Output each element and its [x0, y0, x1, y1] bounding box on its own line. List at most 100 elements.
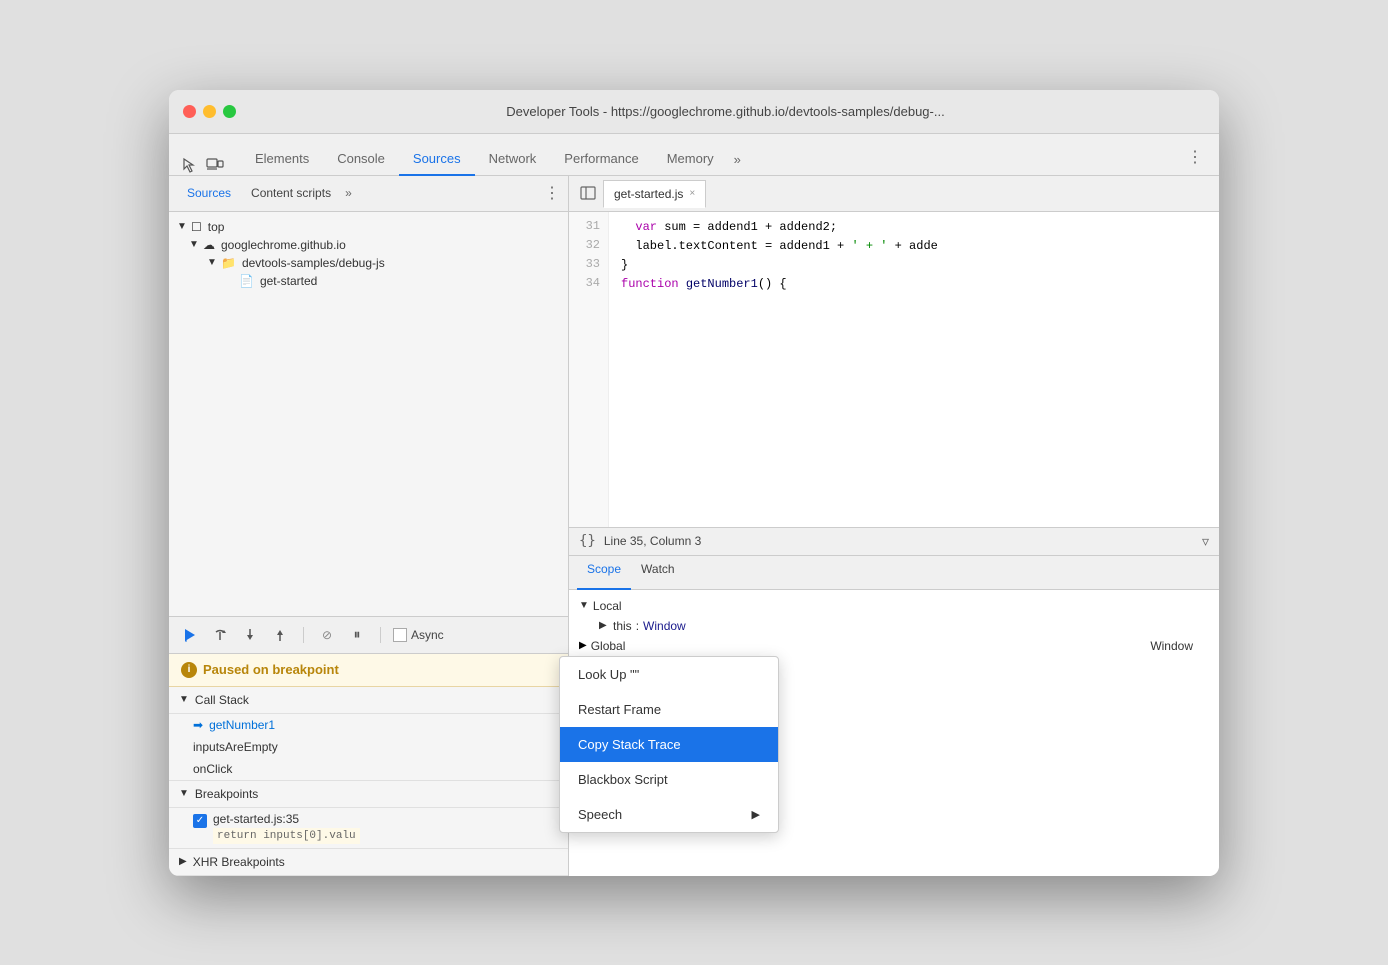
tree-item-folder[interactable]: ▼ 📁 devtools-samples/debug-js [169, 254, 568, 272]
tab-sources[interactable]: Sources [399, 143, 475, 176]
scope-this-item[interactable]: ▶ this : Window [569, 616, 1219, 636]
async-toggle[interactable]: Async [393, 628, 444, 642]
ctx-copy-stack-trace[interactable]: Copy Stack Trace [560, 727, 778, 762]
breakpoints-header[interactable]: ▼ Breakpoints [169, 781, 568, 808]
status-format-icon[interactable]: ▿ [1202, 533, 1209, 550]
cursor-icon[interactable] [179, 155, 199, 175]
breakpoints-section: ▼ Breakpoints ✓ get-started.js:35 return… [169, 780, 568, 848]
ctx-speech-arrow: ▶ [752, 808, 760, 821]
call-stack-label-getNumber1: getNumber1 [209, 718, 275, 732]
tree-arrow-domain: ▼ [189, 239, 199, 250]
tab-network[interactable]: Network [475, 143, 551, 176]
step-into-button[interactable] [239, 624, 261, 646]
file-tree: ▼ ☐ top ▼ ☁ googlechrome.github.io ▼ 📁 d… [169, 212, 568, 616]
editor-tab-close[interactable]: × [689, 188, 695, 199]
tree-label-file: get-started [260, 274, 317, 288]
xhr-header[interactable]: ▶ XHR Breakpoints [169, 849, 568, 876]
scope-global-val: Window [1150, 639, 1209, 653]
scope-global-arrow: ▶ [579, 640, 587, 651]
status-position: Line 35, Column 3 [604, 534, 701, 548]
tree-label-top: top [208, 220, 225, 234]
minimize-button[interactable] [203, 105, 216, 118]
step-over-button[interactable] [209, 624, 231, 646]
deactivate-button[interactable]: ⊘ [316, 624, 338, 646]
device-icon[interactable] [205, 155, 225, 175]
ctx-copy-stack-trace-label: Copy Stack Trace [578, 737, 681, 752]
editor-tab-filename: get-started.js [614, 187, 683, 201]
debug-separator [303, 627, 304, 643]
scope-tab-scope[interactable]: Scope [577, 556, 631, 590]
bp-checkbox-1[interactable]: ✓ [193, 814, 207, 828]
tab-elements[interactable]: Elements [241, 143, 323, 176]
sources-more[interactable]: » [341, 180, 356, 206]
tab-performance[interactable]: Performance [550, 143, 652, 176]
tree-arrow-top: ▼ [177, 221, 187, 232]
tree-item-top[interactable]: ▼ ☐ top [169, 218, 568, 236]
scope-local-section: ▼ Local ▶ this : Window [569, 596, 1219, 636]
call-stack-label-onClick: onClick [193, 762, 232, 776]
call-stack-header[interactable]: ▼ Call Stack [169, 687, 568, 714]
ctx-lookup[interactable]: Look Up "" [560, 657, 778, 692]
folder-icon-top: ☐ [191, 220, 202, 234]
scope-local-label: Local [593, 599, 622, 613]
editor-tab-file[interactable]: get-started.js × [603, 180, 706, 208]
paused-text: Paused on breakpoint [203, 662, 339, 677]
pause-button[interactable]: ⏸ [346, 624, 368, 646]
tab-memory[interactable]: Memory [653, 143, 728, 176]
scope-this-arrow: ▶ [599, 620, 609, 631]
left-panel: Sources Content scripts » ⋮ ▼ ☐ top ▼ ☁ … [169, 176, 569, 876]
tree-item-domain[interactable]: ▼ ☁ googlechrome.github.io [169, 236, 568, 254]
step-out-button[interactable] [269, 624, 291, 646]
paused-banner: i Paused on breakpoint [169, 654, 568, 687]
maximize-button[interactable] [223, 105, 236, 118]
title-bar: Developer Tools - https://googlechrome.g… [169, 90, 1219, 134]
debug-separator-2 [380, 627, 381, 643]
scope-this-key: this [613, 619, 632, 633]
folder-icon: 📁 [221, 256, 236, 270]
call-stack-item-getNumber1[interactable]: ➡ getNumber1 [169, 714, 568, 736]
scope-global-section: ▶ Global Window [569, 636, 1219, 656]
breakpoints-arrow: ▼ [179, 788, 189, 799]
call-stack-label-inputsAreEmpty: inputsAreEmpty [193, 740, 278, 754]
code-line-34: function getNumber1() { [621, 275, 1207, 294]
editor-nav-back[interactable] [577, 182, 599, 204]
code-lines: var sum = addend1 + addend2; label.textC… [609, 212, 1219, 527]
call-stack-item-onClick[interactable]: onClick [169, 758, 568, 780]
xhr-section: ▶ XHR Breakpoints [169, 848, 568, 876]
scope-global-label: Global [591, 639, 626, 653]
current-frame-icon: ➡ [193, 718, 203, 732]
tab-menu-button[interactable]: ⋮ [1181, 139, 1209, 175]
sources-subtab-sources[interactable]: Sources [177, 180, 241, 206]
async-checkbox[interactable] [393, 628, 407, 642]
tree-label-folder: devtools-samples/debug-js [242, 256, 385, 270]
close-button[interactable] [183, 105, 196, 118]
scope-local-header[interactable]: ▼ Local [569, 596, 1219, 616]
tab-more[interactable]: » [728, 144, 747, 175]
breakpoint-item-1[interactable]: ✓ get-started.js:35 return inputs[0].val… [169, 808, 568, 848]
sources-menu[interactable]: ⋮ [544, 183, 560, 203]
tree-item-file[interactable]: 📄 get-started [169, 272, 568, 290]
traffic-lights [183, 105, 236, 118]
code-line-33: } [621, 256, 1207, 275]
scope-local-arrow: ▼ [579, 600, 589, 611]
window-title: Developer Tools - https://googlechrome.g… [246, 104, 1205, 119]
sources-sub-tabs: Sources Content scripts » ⋮ [169, 176, 568, 212]
async-label-text: Async [411, 628, 444, 642]
info-icon: i [181, 662, 197, 678]
ctx-restart-frame[interactable]: Restart Frame [560, 692, 778, 727]
file-icon: 📄 [239, 274, 254, 288]
scope-global-row[interactable]: ▶ Global Window [569, 636, 1219, 656]
sources-subtab-content-scripts[interactable]: Content scripts [241, 180, 341, 206]
ctx-speech[interactable]: Speech ▶ [560, 797, 778, 832]
breakpoints-label: Breakpoints [195, 787, 258, 801]
code-content: 31 32 33 34 var sum = addend1 + addend2;… [569, 212, 1219, 527]
xhr-arrow: ▶ [179, 856, 187, 867]
debug-toolbar: ⊘ ⏸ Async [169, 616, 568, 654]
tab-console[interactable]: Console [323, 143, 399, 176]
resume-button[interactable] [179, 624, 201, 646]
scope-tabs: Scope Watch [569, 556, 1219, 590]
scope-tab-watch[interactable]: Watch [631, 556, 685, 589]
call-stack-arrow: ▼ [179, 694, 189, 705]
ctx-blackbox-script[interactable]: Blackbox Script [560, 762, 778, 797]
call-stack-item-inputsAreEmpty[interactable]: inputsAreEmpty [169, 736, 568, 758]
